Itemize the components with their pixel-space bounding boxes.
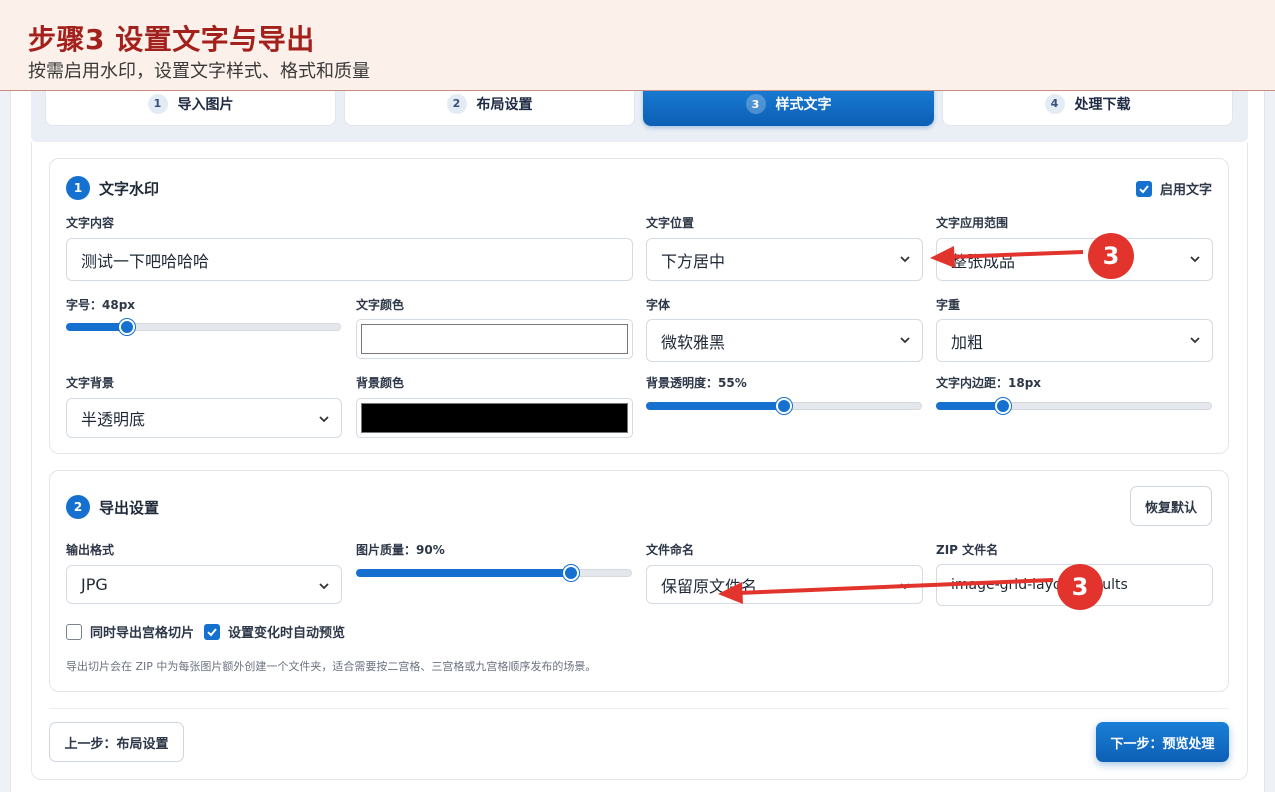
zip-filename-label: ZIP 文件名 — [936, 543, 999, 557]
watermark-header: 1 文字水印 — [66, 176, 159, 200]
annotation-marker: 3 — [1088, 233, 1134, 279]
export-hint-text: 导出切片会在 ZIP 中为每张图片额外创建一个文件夹，适合需要按二宫格、三宫格或… — [66, 660, 597, 673]
slider-fill — [646, 402, 784, 410]
banner-title: 步骤3 设置文字与导出 — [28, 23, 315, 56]
reset-defaults-button[interactable]: 恢复默认 — [1130, 486, 1212, 526]
background-opacity-label: 背景透明度：55% — [646, 376, 747, 390]
enable-text-toggle[interactable]: 启用文字 — [1135, 179, 1212, 198]
step-label: 布局设置 — [476, 96, 533, 113]
step-number: 4 — [1044, 93, 1065, 114]
color-swatch — [361, 324, 628, 354]
prev-step-button[interactable]: 上一步：布局设置 — [49, 722, 184, 762]
annotation-marker: 3 — [1057, 564, 1103, 610]
selected-value: 加粗 — [951, 332, 984, 352]
slider-thumb[interactable] — [776, 398, 792, 414]
auto-preview-label: 设置变化时自动预览 — [228, 626, 346, 641]
text-padding-slider[interactable] — [936, 398, 1212, 414]
step-number: 3 — [745, 94, 766, 114]
footer-divider — [49, 708, 1229, 709]
text-content-input[interactable]: 测试一下吧哈哈哈 — [66, 238, 633, 281]
chevron-down-icon — [1190, 256, 1200, 263]
step-label: 处理下载 — [1074, 96, 1131, 113]
selected-value: 整张成品 — [951, 251, 1016, 271]
banner-subtitle: 按需启用水印，设置文字样式、格式和质量 — [28, 61, 370, 82]
section-badge: 1 — [66, 176, 90, 200]
auto-preview-checkbox[interactable] — [204, 623, 220, 640]
background-opacity-slider[interactable] — [646, 398, 922, 414]
slider-fill — [936, 402, 1003, 410]
check-icon — [1139, 184, 1149, 193]
instruction-banner: 步骤3 设置文字与导出 按需启用水印，设置文字样式、格式和质量 — [0, 0, 1275, 91]
font-size-slider[interactable] — [66, 319, 341, 335]
color-swatch — [361, 403, 628, 433]
text-scope-label: 文字应用范围 — [936, 216, 1009, 230]
file-naming-label: 文件命名 — [646, 543, 695, 557]
text-position-label: 文字位置 — [646, 216, 695, 230]
export-slices-checkbox[interactable] — [66, 623, 82, 640]
text-color-label: 文字颜色 — [356, 298, 405, 312]
font-family-select[interactable]: 微软雅黑 — [646, 319, 923, 362]
chevron-down-icon — [319, 416, 329, 423]
step-number: 2 — [446, 93, 467, 114]
next-step-button[interactable]: 下一步：预览处理 — [1096, 722, 1229, 762]
chevron-down-icon — [900, 337, 910, 344]
font-weight-select[interactable]: 加粗 — [936, 319, 1213, 362]
text-position-select[interactable]: 下方居中 — [646, 238, 923, 281]
image-quality-slider[interactable] — [356, 565, 632, 581]
export-header: 2 导出设置 — [66, 495, 159, 519]
file-naming-select[interactable]: 保留原文件名 — [646, 565, 923, 604]
background-color-label: 背景颜色 — [356, 376, 405, 390]
slider-fill — [66, 323, 127, 331]
section-title: 导出设置 — [99, 498, 160, 517]
image-quality-label: 图片质量：90% — [356, 543, 445, 557]
font-weight-label: 字重 — [936, 298, 961, 312]
selected-value: 微软雅黑 — [661, 332, 726, 352]
slider-thumb[interactable] — [995, 398, 1011, 414]
text-color-picker[interactable] — [356, 319, 633, 359]
slider-fill — [356, 569, 571, 577]
slider-thumb[interactable] — [563, 565, 579, 581]
font-size-label: 字号：48px — [66, 298, 136, 312]
font-family-label: 字体 — [646, 298, 671, 312]
chevron-down-icon — [900, 583, 910, 590]
check-icon — [207, 627, 217, 636]
output-format-select[interactable]: JPG — [66, 565, 342, 604]
enable-text-checkbox[interactable] — [1135, 180, 1152, 197]
text-content-label: 文字内容 — [66, 216, 115, 230]
section-title: 文字水印 — [99, 179, 160, 198]
chevron-down-icon — [1190, 337, 1200, 344]
text-background-label: 文字背景 — [66, 376, 115, 390]
selected-value: 下方居中 — [661, 251, 726, 271]
selected-value: 保留原文件名 — [661, 576, 758, 596]
step-label: 样式文字 — [775, 97, 832, 113]
section-badge: 2 — [66, 495, 90, 519]
step-label: 导入图片 — [177, 96, 234, 113]
auto-preview-option[interactable]: 设置变化时自动预览 — [204, 622, 345, 641]
step-number: 1 — [147, 93, 168, 114]
chevron-down-icon — [319, 583, 329, 590]
enable-text-label: 启用文字 — [1159, 183, 1212, 198]
selected-value: 半透明底 — [81, 410, 146, 429]
text-background-select[interactable]: 半透明底 — [66, 398, 342, 438]
chevron-down-icon — [900, 256, 910, 263]
text-scope-select[interactable]: 整张成品 — [936, 238, 1213, 281]
background-color-picker[interactable] — [356, 398, 633, 438]
wizard-steps: 1 导入图片 2 布局设置 3 样式文字 4 处理下载 — [31, 82, 1248, 142]
selected-value: JPG — [81, 575, 108, 594]
text-padding-label: 文字内边距：18px — [936, 376, 1042, 390]
export-slices-label: 同时导出宫格切片 — [90, 626, 195, 641]
slider-thumb[interactable] — [119, 319, 135, 335]
output-format-label: 输出格式 — [66, 543, 115, 557]
export-slices-option[interactable]: 同时导出宫格切片 — [66, 622, 194, 641]
